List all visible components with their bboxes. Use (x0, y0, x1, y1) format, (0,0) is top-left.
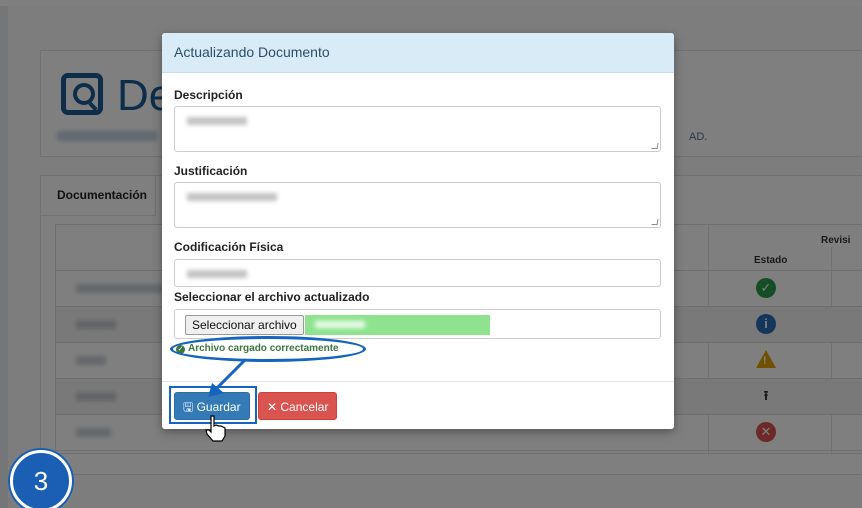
selected-file-name (305, 315, 490, 335)
modal-title: Actualizando Documento (162, 33, 674, 73)
step-number-badge: 3 (10, 450, 72, 508)
cancel-label: Cancelar (280, 400, 329, 414)
resize-grip-icon[interactable] (651, 219, 659, 225)
file-label: Seleccionar el archivo actualizado (174, 290, 370, 304)
redacted-value (187, 117, 247, 125)
physical-code-input[interactable] (174, 259, 661, 287)
description-textarea[interactable] (174, 106, 661, 152)
file-input[interactable]: Seleccionar archivo (174, 309, 661, 339)
physical-code-label: Codificación Física (174, 240, 284, 254)
cancel-button[interactable]: ✕ Cancelar (258, 392, 338, 420)
hand-cursor-icon (205, 415, 226, 442)
redacted-filename (315, 321, 365, 328)
justification-label: Justificación (174, 164, 248, 178)
justification-textarea[interactable] (174, 182, 661, 228)
redacted-value (187, 193, 277, 201)
pointer-arrow-icon (208, 358, 247, 397)
resize-grip-icon[interactable] (651, 143, 659, 149)
description-label: Descripción (174, 88, 243, 102)
select-file-button[interactable]: Seleccionar archivo (185, 315, 304, 335)
redacted-value (187, 270, 247, 278)
x-icon: ✕ (267, 400, 281, 414)
